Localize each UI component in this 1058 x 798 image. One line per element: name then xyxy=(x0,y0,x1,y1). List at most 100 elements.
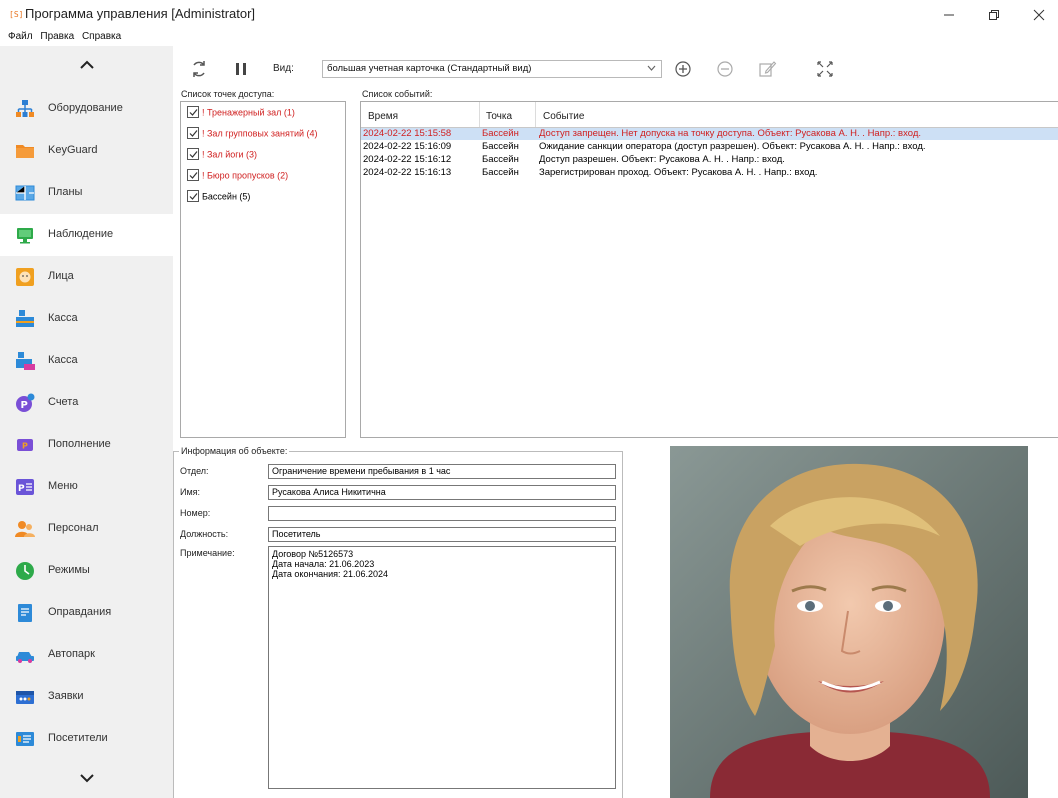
menu-edit[interactable]: Правка xyxy=(40,31,74,42)
close-button[interactable] xyxy=(1022,4,1056,28)
sidebar-item-label: Меню xyxy=(48,480,78,492)
access-point-label: ! Зал групповых занятий (4) xyxy=(202,128,318,139)
remove-icon[interactable] xyxy=(715,59,735,79)
sidebar-item-label: Пополнение xyxy=(48,438,111,450)
chevron-up-icon xyxy=(79,60,94,69)
sidebar-item-topup[interactable]: P Пополнение xyxy=(0,424,173,466)
sidebar-item-excuses[interactable]: Оправдания xyxy=(0,592,173,634)
sidebar-scroll-up-button[interactable] xyxy=(0,46,173,88)
access-points-list: ! Тренажерный зал (1) ! Зал групповых за… xyxy=(180,101,346,438)
table-row[interactable]: 2024-02-22 15:15:58 Бассейн Доступ запре… xyxy=(361,128,1058,140)
column-header-event[interactable]: Событие xyxy=(543,111,584,122)
checkbox[interactable] xyxy=(187,169,199,181)
close-icon xyxy=(1033,9,1045,21)
restore-icon xyxy=(989,10,999,20)
sidebar-item-cashbox[interactable]: Касса xyxy=(0,298,173,340)
event-description: Доступ разрешен. Объект: Русакова А. Н. … xyxy=(539,154,785,165)
sidebar-item-label: Заявки xyxy=(48,690,84,702)
name-field[interactable]: Русакова Алиса Никитична xyxy=(268,485,616,500)
window-title: Программа управления [Administrator] xyxy=(25,6,256,21)
topup-icon: P xyxy=(17,439,33,451)
restore-button[interactable] xyxy=(977,4,1011,28)
modes-icon xyxy=(16,562,34,580)
floorplan-icon xyxy=(15,185,35,201)
checkbox[interactable] xyxy=(187,190,199,202)
event-point: Бассейн xyxy=(482,128,519,139)
access-point-item[interactable]: ! Бюро пропусков (2) xyxy=(187,169,288,186)
requests-icon xyxy=(16,691,34,704)
sidebar-item-label: Посетители xyxy=(48,732,108,744)
pause-icon[interactable] xyxy=(231,59,251,79)
table-row[interactable]: 2024-02-22 15:16:13 Бассейн Зарегистриро… xyxy=(361,167,1058,179)
sidebar-item-autopark[interactable]: Автопарк xyxy=(0,634,173,676)
event-point: Бассейн xyxy=(482,154,519,165)
excuse-icon xyxy=(18,604,32,622)
sidebar-item-requests[interactable]: Заявки xyxy=(0,676,173,718)
person-photo xyxy=(670,446,1028,798)
sidebar-item-plans[interactable]: Планы xyxy=(0,172,173,214)
minimize-icon xyxy=(944,14,954,16)
checkbox[interactable] xyxy=(187,127,199,139)
sidebar-item-label: Наблюдение xyxy=(48,228,114,240)
checkbox[interactable] xyxy=(187,106,199,118)
object-info-title: Информация об объекте: xyxy=(179,446,290,456)
sidebar-item-label: Персонал xyxy=(48,522,99,534)
sidebar-item-label: Оборудование xyxy=(48,102,123,114)
note-line: Дата окончания: 21.06.2024 xyxy=(272,569,389,579)
sidebar-item-equipment[interactable]: Оборудование xyxy=(0,88,173,130)
check-icon xyxy=(189,172,198,179)
sidebar-item-accounts[interactable]: P Счета xyxy=(0,382,173,424)
access-point-item[interactable]: ! Зал йоги (3) xyxy=(187,148,257,165)
sidebar-item-menu[interactable]: P Меню xyxy=(0,466,173,508)
portrait-image xyxy=(670,446,1028,798)
sidebar-item-faces[interactable]: Лица xyxy=(0,256,173,298)
title-bar: [S] Программа управления [Administrator] xyxy=(0,0,1058,30)
sidebar-item-visitors[interactable]: Посетители xyxy=(0,718,173,760)
add-icon[interactable] xyxy=(673,59,693,79)
sidebar-item-label: Касса xyxy=(48,312,78,324)
access-point-item[interactable]: ! Тренажерный зал (1) xyxy=(187,106,295,123)
access-point-item[interactable]: ! Зал групповых занятий (4) xyxy=(187,127,318,144)
sidebar-item-cashbox-auto[interactable]: Касса xyxy=(0,340,173,382)
check-icon xyxy=(189,109,198,116)
column-header-time[interactable]: Время xyxy=(368,111,398,122)
menu-help[interactable]: Справка xyxy=(82,31,121,42)
check-icon xyxy=(189,193,198,200)
table-row[interactable]: 2024-02-22 15:16:09 Бассейн Ожидание сан… xyxy=(361,141,1058,153)
note-field[interactable]: Договор №5126573 Дата начала: 21.06.2023… xyxy=(268,546,616,789)
sidebar-item-monitoring[interactable]: Наблюдение xyxy=(0,214,173,256)
note-label: Примечание: xyxy=(180,548,235,558)
event-point: Бассейн xyxy=(482,141,519,152)
events-title: Список событий: xyxy=(362,89,433,99)
visitors-icon xyxy=(16,732,34,746)
checkbox[interactable] xyxy=(187,148,199,160)
department-field[interactable]: Ограничение времени пребывания в 1 час xyxy=(268,464,616,479)
events-table: Время Точка Событие 2024-02-22 15:15:58 … xyxy=(360,101,1058,438)
chevron-down-icon xyxy=(79,774,94,783)
access-point-label: Бассейн (5) xyxy=(202,191,251,202)
cashbox-auto-icon xyxy=(16,352,35,370)
menu-file[interactable]: Файл xyxy=(8,31,33,42)
fullscreen-icon[interactable] xyxy=(815,59,835,79)
view-select[interactable]: большая учетная карточка (Стандартный ви… xyxy=(322,60,662,78)
department-label: Отдел: xyxy=(180,466,209,476)
sidebar-item-staff[interactable]: Персонал xyxy=(0,508,173,550)
event-description: Доступ запрещен. Нет допуска на точку до… xyxy=(539,128,922,139)
menu-bar: Файл Правка Справка xyxy=(8,31,126,45)
car-icon xyxy=(16,652,34,663)
staff-icon xyxy=(15,521,35,537)
access-point-item[interactable]: Бассейн (5) xyxy=(187,190,251,207)
sidebar-scroll-down-button[interactable] xyxy=(0,760,173,798)
column-header-point[interactable]: Точка xyxy=(486,111,512,122)
access-points-title: Список точек доступа: xyxy=(181,89,275,99)
table-row[interactable]: 2024-02-22 15:16:12 Бассейн Доступ разре… xyxy=(361,154,1058,166)
number-field[interactable] xyxy=(268,506,616,521)
access-point-label: ! Тренажерный зал (1) xyxy=(202,107,295,118)
minimize-button[interactable] xyxy=(932,4,966,28)
refresh-icon[interactable] xyxy=(189,59,209,79)
position-field[interactable]: Посетитель xyxy=(268,527,616,542)
sidebar-item-modes[interactable]: Режимы xyxy=(0,550,173,592)
app-logo-icon: [S] xyxy=(9,10,24,19)
edit-icon[interactable] xyxy=(757,59,777,79)
sidebar-item-keyguard[interactable]: KeyGuard xyxy=(0,130,173,172)
